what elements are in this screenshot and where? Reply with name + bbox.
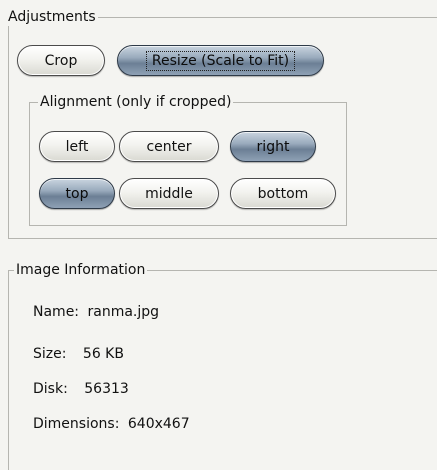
size-label: Size: — [33, 346, 67, 362]
align-center-button[interactable]: center — [119, 131, 219, 162]
align-top-button[interactable]: top — [39, 178, 115, 209]
size-row: Size: 56 KB — [33, 346, 124, 362]
dimensions-row: Dimensions: 640x467 — [33, 416, 190, 432]
crop-button[interactable]: Crop — [17, 45, 105, 76]
resize-scale-to-fit-button[interactable]: Resize (Scale to Fit) — [117, 45, 324, 76]
align-middle-label: middle — [145, 185, 193, 202]
name-row: Name: ranma.jpg — [33, 304, 159, 320]
align-bottom-label: bottom — [257, 185, 309, 202]
align-right-button[interactable]: right — [230, 131, 316, 162]
align-center-label: center — [146, 138, 192, 155]
disk-row: Disk: 56313 — [33, 381, 129, 397]
name-value: ranma.jpg — [87, 304, 160, 320]
crop-button-label: Crop — [44, 52, 78, 69]
disk-value: 56313 — [84, 381, 129, 397]
align-bottom-button[interactable]: bottom — [230, 178, 336, 209]
align-left-label: left — [65, 138, 89, 155]
disk-label: Disk: — [33, 381, 68, 397]
align-left-button[interactable]: left — [39, 131, 115, 162]
alignment-legend: Alignment (only if cropped) — [38, 93, 234, 111]
image-information-legend: Image Information — [14, 261, 148, 279]
size-value: 56 KB — [82, 346, 124, 362]
dimensions-value: 640x467 — [127, 416, 190, 432]
align-right-label: right — [256, 138, 290, 155]
name-label: Name: — [33, 304, 80, 320]
resize-button-label: Resize (Scale to Fit) — [145, 50, 296, 71]
align-middle-button[interactable]: middle — [119, 178, 219, 209]
adjustments-legend: Adjustments — [6, 8, 98, 26]
align-top-label: top — [65, 185, 89, 202]
image-information-group: Image Information — [8, 261, 437, 470]
dimensions-label: Dimensions: — [33, 416, 120, 432]
